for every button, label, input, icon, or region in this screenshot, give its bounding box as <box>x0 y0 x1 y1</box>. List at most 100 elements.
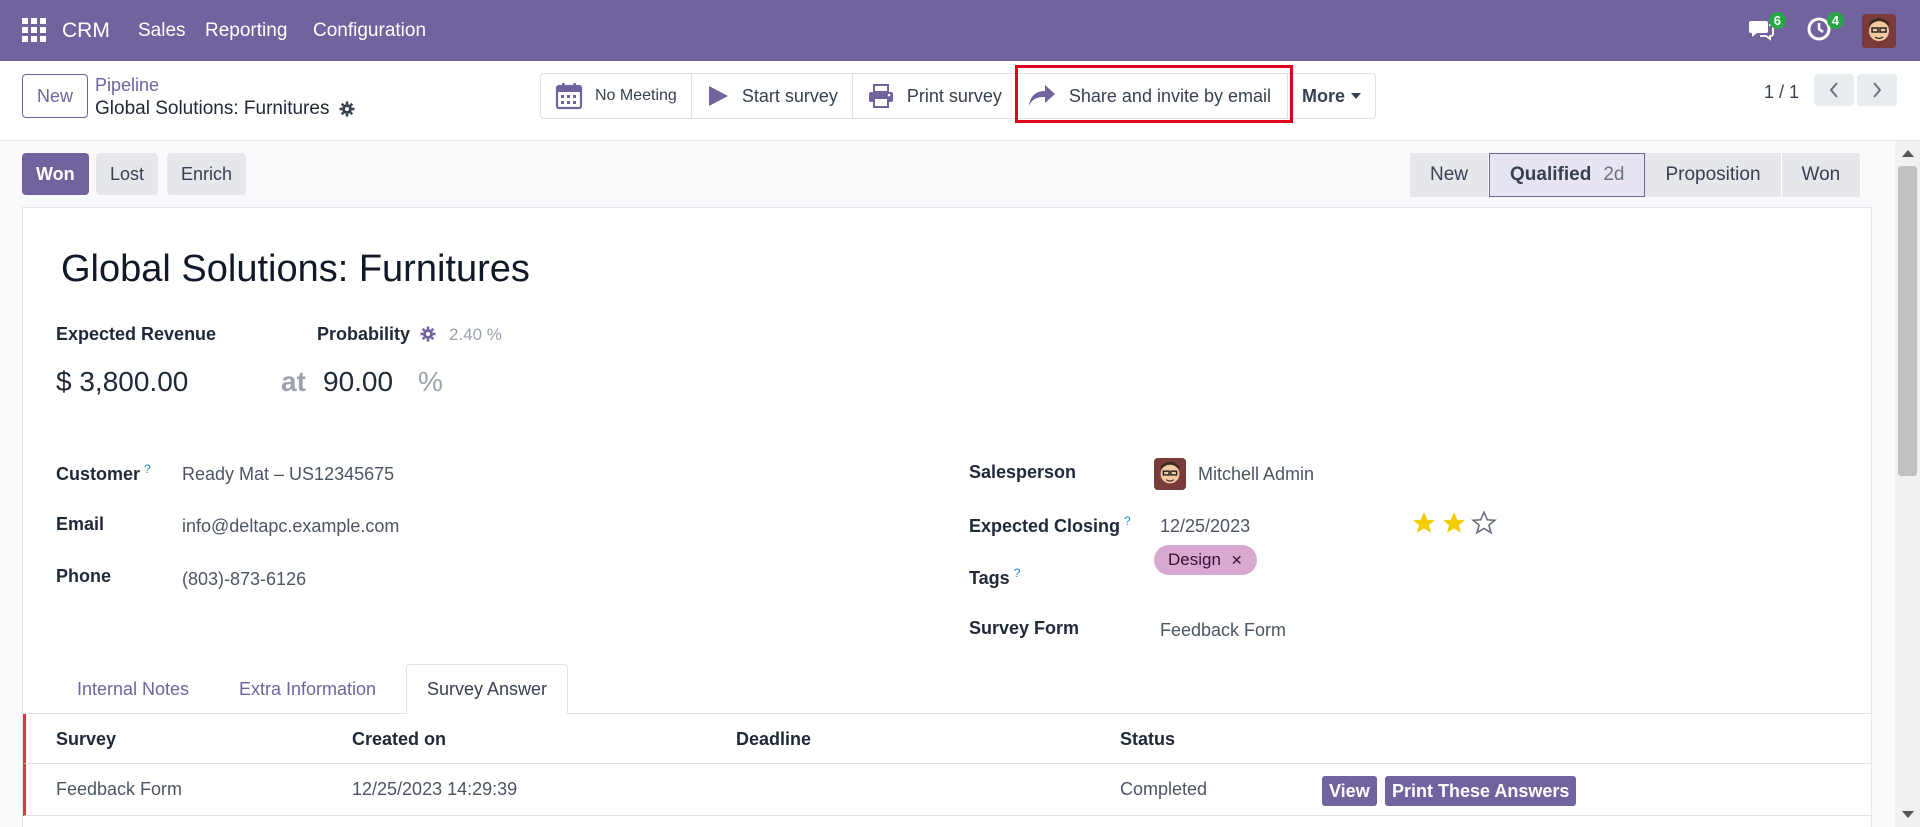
column-created-on[interactable]: Created on <box>352 729 446 750</box>
control-panel: New Pipeline Global Solutions: Furniture… <box>0 61 1920 141</box>
no-meeting-button[interactable]: No Meeting <box>541 74 692 118</box>
stage-qualified[interactable]: Qualified 2d <box>1489 153 1646 197</box>
tag-label: Design <box>1168 550 1221 569</box>
more-label: More <box>1302 85 1346 106</box>
automated-probability: 2.40 % <box>449 325 502 344</box>
priority-star-icon[interactable] <box>1441 510 1467 536</box>
stage-won-label: Won <box>1801 164 1841 185</box>
priority-star-icon[interactable] <box>1411 510 1437 536</box>
share-icon <box>1028 85 1055 106</box>
scroll-up-icon[interactable] <box>1902 150 1914 157</box>
play-icon <box>708 86 728 106</box>
chevron-right-icon <box>1873 82 1882 98</box>
vertical-scrollbar[interactable] <box>1895 141 1920 827</box>
at-label: at <box>281 366 306 397</box>
email-field[interactable]: info@deltapc.example.com <box>182 516 399 537</box>
gear-icon[interactable] <box>339 101 355 117</box>
percent-sign: % <box>418 366 443 397</box>
caret-down-icon <box>1351 93 1362 99</box>
no-meeting-label: No Meeting <box>595 87 677 104</box>
help-tooltip-icon[interactable]: ? <box>144 462 151 476</box>
menu-reporting[interactable]: Reporting <box>205 20 287 42</box>
scroll-down-icon[interactable] <box>1902 811 1914 818</box>
tags-label: Tags? <box>969 566 1020 589</box>
chevron-left-icon <box>1829 82 1838 98</box>
column-survey[interactable]: Survey <box>56 729 116 750</box>
stage-new[interactable]: New <box>1410 153 1490 197</box>
column-status[interactable]: Status <box>1120 729 1175 750</box>
tab-survey-answer[interactable]: Survey Answer <box>406 664 569 714</box>
expected-closing-label-text: Expected Closing <box>969 516 1121 536</box>
apps-menu-icon[interactable] <box>22 18 46 42</box>
expected-revenue-field[interactable]: $ 3,800.00 <box>56 366 188 398</box>
phone-label: Phone <box>56 566 112 586</box>
phone-field[interactable]: (803)-873-6126 <box>182 569 306 590</box>
menu-configuration[interactable]: Configuration <box>313 20 426 42</box>
table-row[interactable]: Feedback Form 12/25/2023 14:29:39 Comple… <box>23 764 1871 816</box>
lost-button[interactable]: Lost <box>96 153 159 195</box>
form-view: Won Lost Enrich New Qualified 2d Proposit… <box>0 141 1920 827</box>
email-label: Email <box>56 514 105 534</box>
breadcrumb-pipeline[interactable]: Pipeline <box>95 75 159 96</box>
opportunity-title[interactable]: Global Solutions: Furnitures <box>61 248 530 291</box>
form-sheet: Global Solutions: Furnitures Expected Re… <box>22 207 1872 827</box>
customer-label-text: Customer <box>56 464 141 484</box>
row-survey: Feedback Form <box>56 779 183 799</box>
printer-icon <box>868 84 893 108</box>
notebook-tabs: Internal Notes Extra Information Survey … <box>23 664 1871 714</box>
gear-icon[interactable] <box>420 326 436 342</box>
stage-proposition[interactable]: Proposition <box>1645 153 1782 197</box>
probability-label: Probability <box>317 324 411 344</box>
user-avatar[interactable] <box>1862 14 1896 48</box>
tab-extra-information[interactable]: Extra Information <box>219 664 396 714</box>
row-created-on: 12/25/2023 14:29:39 <box>352 779 518 799</box>
start-survey-label: Start survey <box>741 85 838 106</box>
probability-field[interactable]: 90.00 <box>323 366 393 398</box>
survey-table-header: Survey Created on Deadline Status <box>23 714 1871 764</box>
messages-icon[interactable]: 6 <box>1748 12 1786 44</box>
stage-won[interactable]: Won <box>1781 153 1862 197</box>
currency-symbol: $ <box>56 366 72 397</box>
tag-design[interactable]: Design ✕ <box>1154 545 1257 575</box>
help-tooltip-icon[interactable]: ? <box>1014 566 1021 580</box>
stage-statusbar: New Qualified 2d Proposition Won <box>1410 153 1862 197</box>
pager-next-button[interactable] <box>1857 74 1897 106</box>
salesperson-label: Salesperson <box>969 462 1077 482</box>
print-survey-button[interactable]: Print survey <box>853 74 1017 118</box>
help-tooltip-icon[interactable]: ? <box>1124 514 1131 528</box>
activities-badge: 4 <box>1826 12 1844 29</box>
column-deadline[interactable]: Deadline <box>736 729 811 750</box>
stage-proposition-label: Proposition <box>1665 164 1761 185</box>
customer-label: Customer? <box>56 462 151 485</box>
smart-buttons: No Meeting Start survey Print survey Sha… <box>540 73 1377 119</box>
expected-closing-label: Expected Closing? <box>969 514 1131 537</box>
survey-form-field[interactable]: Feedback Form <box>1160 620 1286 641</box>
scrollbar-thumb[interactable] <box>1898 166 1917 476</box>
won-button[interactable]: Won <box>22 153 89 195</box>
salesperson-field[interactable]: Mitchell Admin <box>1198 464 1314 485</box>
priority-star-empty-icon[interactable] <box>1471 510 1497 536</box>
tag-remove-icon[interactable]: ✕ <box>1231 552 1243 569</box>
stage-duration: 2d <box>1603 164 1625 185</box>
expected-closing-field[interactable]: 12/25/2023 <box>1160 516 1250 537</box>
start-survey-button[interactable]: Start survey <box>692 74 853 118</box>
pager-value[interactable]: 1 / 1 <box>1764 82 1799 103</box>
stage-qualified-label: Qualified <box>1510 164 1592 185</box>
share-invite-button[interactable]: Share and invite by email <box>1017 74 1289 118</box>
enrich-button[interactable]: Enrich <box>167 153 247 195</box>
customer-field[interactable]: Ready Mat – US12345675 <box>182 464 394 485</box>
top-navbar: CRM Sales Reporting Configuration 6 4 <box>0 0 1920 61</box>
pager-previous-button[interactable] <box>1814 74 1854 106</box>
view-button[interactable]: View <box>1322 776 1377 806</box>
activities-icon[interactable]: 4 <box>1806 12 1844 44</box>
print-answers-button[interactable]: Print These Answers <box>1385 776 1577 806</box>
more-dropdown[interactable]: More <box>1288 74 1375 118</box>
share-invite-label: Share and invite by email <box>1068 85 1272 106</box>
row-status: Completed <box>1120 779 1208 799</box>
app-brand[interactable]: CRM <box>62 19 110 43</box>
messages-badge: 6 <box>1768 12 1786 29</box>
tab-internal-notes[interactable]: Internal Notes <box>57 664 209 714</box>
survey-form-label: Survey Form <box>969 618 1080 638</box>
menu-sales[interactable]: Sales <box>138 20 186 42</box>
new-button[interactable]: New <box>22 74 88 118</box>
